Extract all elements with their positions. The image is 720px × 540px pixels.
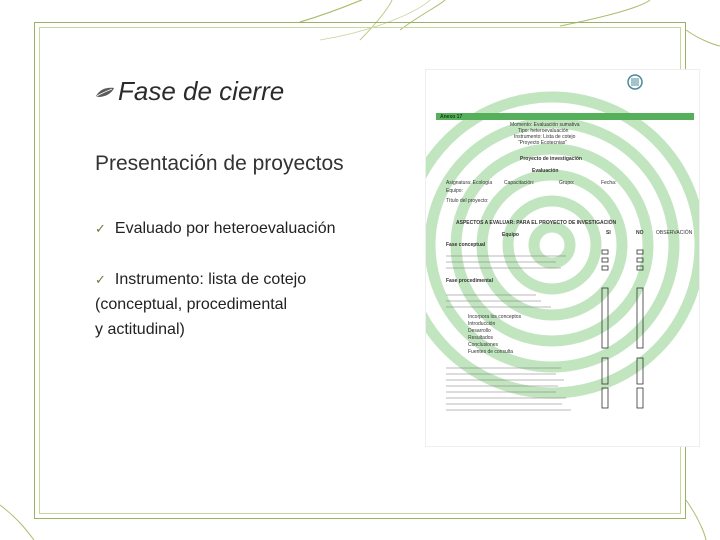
heading-text: Fase de cierre <box>118 76 285 106</box>
doc-field: Grupo: <box>559 180 575 186</box>
bullet-item: ✓ Evaluado por heteroevaluación <box>95 216 336 241</box>
doc-field: Capacitación: <box>504 180 535 186</box>
doc-item: Incorpora los conceptos <box>468 314 522 320</box>
doc-table-header: ASPECTOS A EVALUAR: PARA EL PROYECTO DE … <box>456 220 617 226</box>
doc-field: Equipo: <box>446 188 463 194</box>
bullet-text: Instrumento: lista de cotejo <box>114 271 307 288</box>
doc-field: Fecha: <box>601 180 617 186</box>
annex-label: Anexo 17 <box>440 114 463 120</box>
doc-header-line: “Proyecto Ecotecnias” <box>518 140 567 146</box>
doc-col-yes: SI <box>606 230 611 236</box>
doc-col-no: NO <box>636 230 644 236</box>
doc-item: Introducción <box>468 321 496 327</box>
doc-item: Conclusiones <box>468 342 499 348</box>
doc-section: Proyecto de investigación <box>520 156 582 162</box>
checklist-document-image: Anexo 17 Momento: Evaluación sumativa Ti… <box>426 70 699 446</box>
slide: Fase de cierre Presentación de proyectos… <box>0 0 720 540</box>
doc-col-team: Equipo <box>502 232 519 238</box>
doc-field: Asignatura: Ecología <box>446 180 493 186</box>
doc-evaluation: Evaluación <box>532 168 559 174</box>
doc-item: Desarrollo <box>468 328 491 334</box>
slide-heading: Fase de cierre <box>94 76 284 107</box>
checkmark-icon: ✓ <box>95 272 106 287</box>
doc-item: Fuentes de consulta <box>468 349 514 355</box>
doc-group: Fase conceptual <box>446 242 486 248</box>
school-logo-icon <box>627 74 643 90</box>
doc-group: Fase procedimental <box>446 278 493 284</box>
bullet-item: ✓ Instrumento: lista de cotejo (conceptua… <box>95 267 306 342</box>
leaf-bullet-icon <box>96 87 114 97</box>
bullet-text: Evaluado por heteroevaluación <box>114 220 336 237</box>
annex-bar <box>436 113 694 120</box>
checkmark-icon: ✓ <box>95 221 106 236</box>
bullet-text: (conceptual, procedimental <box>95 296 288 313</box>
bullet-text: y actitudinal) <box>95 321 185 338</box>
doc-col-obs: OBSERVACIÓN <box>656 230 693 236</box>
doc-field: Título del proyecto: <box>446 198 489 204</box>
doc-item: Resultados <box>468 335 494 341</box>
slide-subtitle: Presentación de proyectos <box>95 152 344 175</box>
